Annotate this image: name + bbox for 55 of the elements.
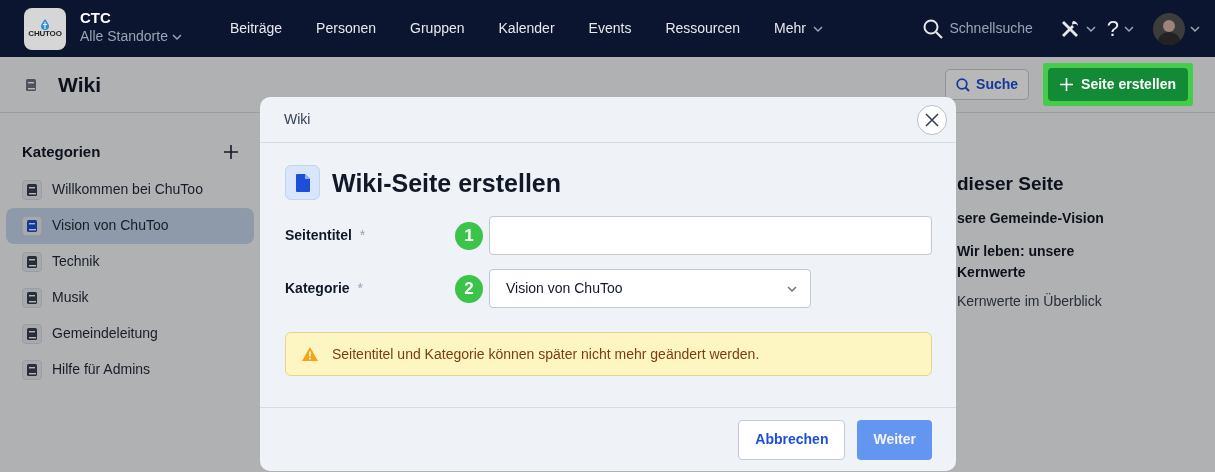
book-icon — [22, 251, 42, 272]
plus-icon — [224, 145, 238, 160]
nav-link[interactable]: Events — [571, 18, 649, 39]
field-label: Kategorie * — [285, 279, 364, 298]
sidebar-title: Kategorien — [22, 142, 101, 162]
warning-icon — [302, 347, 318, 361]
toc-title: dieser Seite — [957, 173, 1065, 196]
close-button[interactable] — [917, 104, 947, 135]
org-name: CTC — [80, 9, 112, 27]
page-title: Wiki — [58, 71, 101, 98]
book-icon — [22, 215, 42, 236]
modal-breadcrumb: Wiki — [284, 110, 311, 129]
help-menu[interactable]: ? — [1106, 17, 1135, 40]
step-marker: 2 — [455, 274, 483, 303]
nav-link[interactable]: Beiträge — [212, 18, 300, 39]
sidebar-item[interactable]: Vision von ChuToo — [6, 207, 254, 244]
sidebar-item[interactable]: Musik — [6, 279, 254, 316]
modal-title: Wiki-Seite erstellen — [332, 167, 562, 198]
toc-link[interactable]: sere Gemeinde-Vision — [957, 207, 1127, 229]
toc-link[interactable]: Kernwerte im Überblick — [957, 290, 1127, 312]
sidebar-item[interactable]: Hilfe für Admins — [6, 351, 254, 388]
logo[interactable]: CHUTOO — [24, 7, 66, 50]
step-marker: 1 — [455, 221, 483, 250]
title-input[interactable] — [489, 216, 932, 255]
nav-link[interactable]: Mehr — [757, 18, 841, 39]
search-icon — [956, 77, 971, 92]
avatar — [1153, 12, 1185, 45]
create-page-button[interactable]: Seite erstellen — [1048, 68, 1188, 101]
nav-link[interactable]: Gruppen — [393, 18, 482, 39]
document-icon — [285, 165, 320, 200]
plus-icon — [1060, 78, 1074, 91]
cancel-button[interactable]: Abbrechen — [738, 419, 846, 460]
book-icon — [22, 287, 42, 308]
nav-link[interactable]: Ressourcen — [648, 18, 758, 39]
add-category-button[interactable] — [224, 145, 238, 160]
book-icon — [22, 359, 42, 380]
close-icon — [924, 111, 940, 128]
sidebar-item[interactable]: Technik — [6, 243, 254, 280]
warning-text: Seitentitel und Kategorie können später nicht mehr geändert werden. — [332, 344, 760, 364]
user-menu[interactable] — [1153, 12, 1201, 45]
sidebar-item[interactable]: Willkommen bei ChuToo — [6, 171, 254, 208]
search-button[interactable]: Suche — [945, 69, 1030, 100]
field-label: Seitentitel * — [285, 226, 367, 245]
location-dropdown[interactable]: Alle Standorte — [80, 26, 183, 48]
search-icon — [923, 18, 944, 39]
book-icon — [22, 179, 42, 200]
category-select[interactable]: Vision von ChuToo — [489, 269, 811, 308]
quick-search[interactable]: Schnellsuche — [923, 18, 1033, 39]
nav-link[interactable]: Kalender — [481, 18, 572, 39]
book-icon — [24, 77, 38, 92]
sidebar-item[interactable]: Gemeindeleitung — [6, 315, 254, 352]
cross-drop-icon — [41, 19, 49, 30]
toc-link[interactable]: Wir leben: unsere Kernwerte — [957, 240, 1127, 283]
book-icon — [22, 323, 42, 344]
nav-link[interactable]: Personen — [299, 18, 394, 39]
